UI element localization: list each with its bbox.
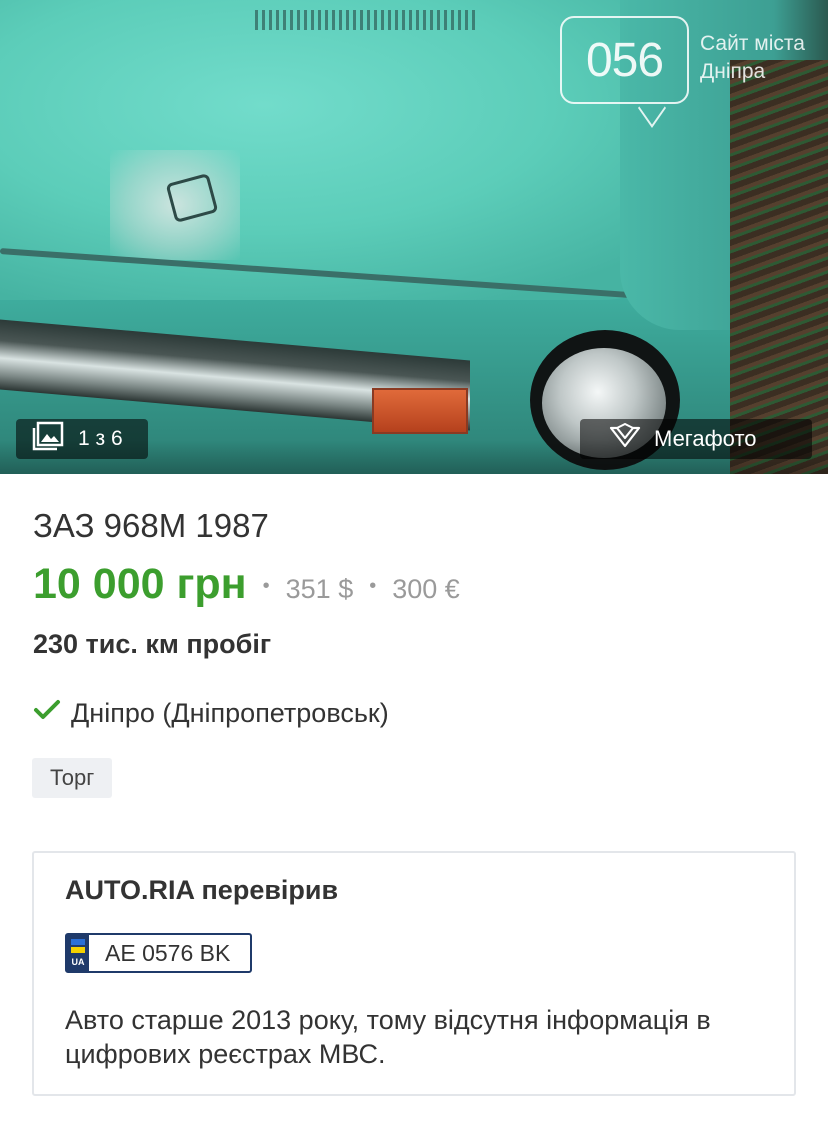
gallery-icon: [32, 421, 64, 457]
price-separator: •: [262, 575, 270, 597]
watermark-logo: 056: [560, 16, 689, 104]
plate-country: UA: [71, 957, 85, 967]
car-photo[interactable]: 056 Сайт міста Дніпра 1 з 6 Мегафото: [0, 0, 828, 474]
price-main: 10 000 грн: [33, 560, 247, 608]
megafoto-label: Мегафото: [654, 426, 757, 451]
megafoto-icon: [608, 422, 642, 455]
photo-turn-signal: [372, 388, 468, 434]
watermark-number: 056: [585, 33, 664, 87]
photo-counter-text: 1 з 6: [78, 427, 123, 450]
verification-card: AUTO.RIA перевірив UA AE 0576 BK Авто ст…: [32, 851, 796, 1096]
bargain-tag: Торг: [32, 758, 113, 798]
check-icon: [33, 698, 61, 729]
location-text[interactable]: Дніпро (Дніпропетровськ): [71, 698, 389, 729]
photo-vents: [255, 10, 475, 30]
watermark-text: Сайт міста Дніпра: [700, 32, 805, 83]
mileage: 230 тис. км пробіг: [33, 629, 272, 659]
price-usd: 351 $: [285, 574, 354, 604]
price-row: 10 000 грн • 351 $ • 300 €: [33, 560, 460, 609]
photo-background: [730, 60, 828, 474]
price-eur: 300 €: [392, 574, 460, 604]
verification-title: AUTO.RIA перевірив: [65, 875, 339, 905]
ua-flag-icon: UA: [67, 935, 89, 971]
price-separator: •: [369, 575, 377, 597]
megafoto-button[interactable]: Мегафото: [580, 419, 812, 459]
listing-title: ЗАЗ 968М 1987: [33, 507, 269, 544]
license-plate: UA AE 0576 BK: [65, 933, 252, 973]
location: Дніпро (Дніпропетровськ): [33, 698, 389, 729]
photo-counter[interactable]: 1 з 6: [16, 419, 148, 459]
verification-note: Авто старше 2013 року, тому відсутня інф…: [65, 1005, 711, 1069]
plate-number: AE 0576 BK: [105, 939, 231, 966]
